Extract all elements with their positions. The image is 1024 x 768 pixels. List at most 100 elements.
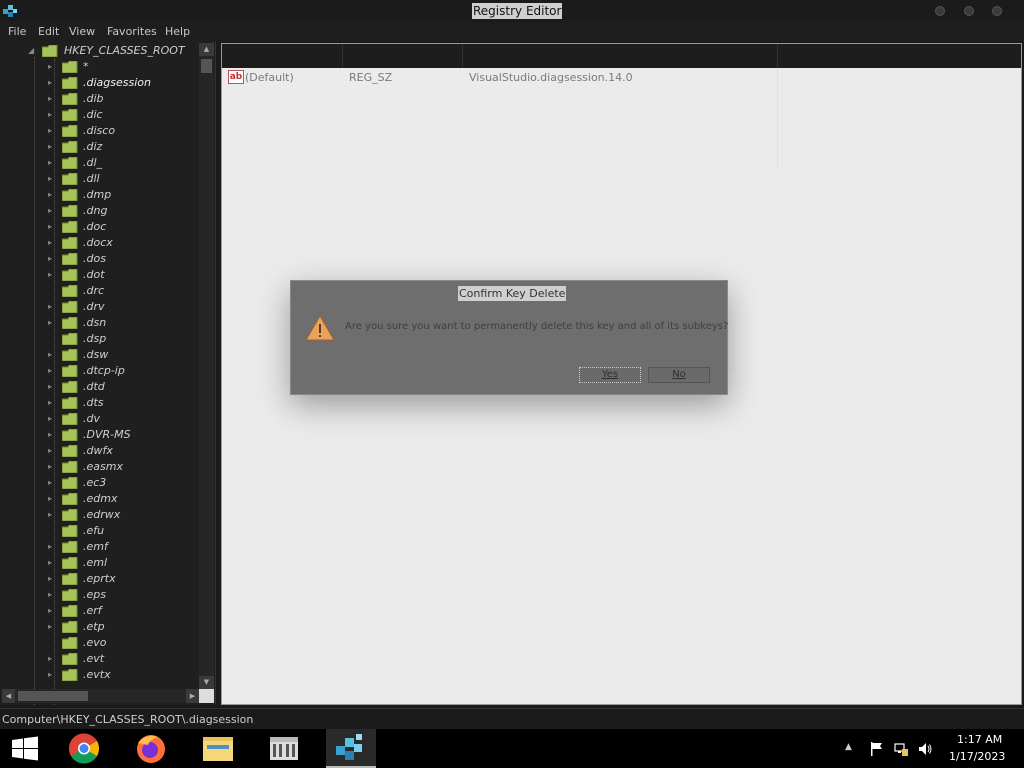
scroll-down-arrow-icon[interactable]: ▼	[199, 676, 214, 689]
firefox-icon[interactable]	[126, 729, 176, 768]
tree-root-hkey-classes-root[interactable]: ◢ HKEY_CLASSES_ROOT	[0, 43, 198, 59]
expand-arrow-icon[interactable]: ▸	[48, 381, 52, 393]
clock-time[interactable]: 1:17 AM	[957, 733, 1002, 746]
tree-item[interactable]: ▸ .ec3	[0, 475, 198, 491]
expand-arrow-icon[interactable]: ▸	[48, 445, 52, 457]
tree-item[interactable]: ▸ *	[0, 59, 198, 75]
tree-item[interactable]: ▸ .dl_	[0, 155, 198, 171]
tree-item[interactable]: .dsp	[0, 331, 198, 347]
expand-arrow-icon[interactable]: ▸	[48, 125, 52, 137]
expand-arrow-icon[interactable]: ▸	[48, 77, 52, 89]
expand-arrow-icon[interactable]: ▸	[48, 605, 52, 617]
tree-item[interactable]: ▸ .dmp	[0, 187, 198, 203]
tree-item[interactable]: ▸ .emf	[0, 539, 198, 555]
tree-item[interactable]: ▸ .disco	[0, 123, 198, 139]
expand-arrow-icon[interactable]: ▸	[48, 173, 52, 185]
tree-item[interactable]: ▸ .evtx	[0, 667, 198, 683]
expand-arrow-icon[interactable]: ▸	[48, 669, 52, 681]
tree-item[interactable]: ▸ .dtd	[0, 379, 198, 395]
menu-edit[interactable]: Edit	[38, 25, 59, 38]
store-icon[interactable]	[259, 729, 309, 768]
network-icon[interactable]	[893, 741, 909, 757]
expand-arrow-icon[interactable]: ▸	[48, 237, 52, 249]
expand-arrow-icon[interactable]: ▸	[48, 61, 52, 73]
tree-item[interactable]: .drc	[0, 283, 198, 299]
volume-icon[interactable]	[917, 741, 933, 757]
expand-arrow-icon[interactable]: ▸	[48, 589, 52, 601]
tree-item[interactable]: ▸ .easmx	[0, 459, 198, 475]
tree-vertical-scrollbar[interactable]: ▲ ▼	[199, 43, 214, 689]
clock-date[interactable]: 1/17/2023	[949, 750, 1005, 763]
expand-arrow-icon[interactable]: ▸	[48, 557, 52, 569]
tree-item[interactable]: ▸ .dwfx	[0, 443, 198, 459]
tree-item[interactable]: ▸ .drv	[0, 299, 198, 315]
tree-item[interactable]: ▸ .dsn	[0, 315, 198, 331]
expand-arrow-icon[interactable]: ▸	[48, 461, 52, 473]
tree-item[interactable]: ▸ .dos	[0, 251, 198, 267]
tree-item[interactable]: ▸ .dll	[0, 171, 198, 187]
show-hidden-icons-chevron-icon[interactable]: ▲	[845, 742, 861, 758]
expand-arrow-icon[interactable]: ▸	[48, 365, 52, 377]
tree-item[interactable]: ▸ .dic	[0, 107, 198, 123]
tree-horizontal-scrollbar[interactable]: ◀ ▶	[2, 689, 199, 703]
tree-item[interactable]: ▸ .edrwx	[0, 507, 198, 523]
tree-item[interactable]: ▸ .dot	[0, 267, 198, 283]
tree-item[interactable]: .efu	[0, 523, 198, 539]
expand-arrow-icon[interactable]: ▸	[48, 221, 52, 233]
column-divider[interactable]	[342, 44, 343, 68]
menu-file[interactable]: File	[8, 25, 26, 38]
collapse-arrow-icon[interactable]: ◢	[28, 45, 34, 57]
action-center-flag-icon[interactable]	[869, 741, 885, 757]
expand-arrow-icon[interactable]: ▸	[48, 621, 52, 633]
tree-item[interactable]: ▸ .erf	[0, 603, 198, 619]
tree-item[interactable]: ▸ .dv	[0, 411, 198, 427]
scroll-left-arrow-icon[interactable]: ◀	[2, 689, 15, 703]
close-button[interactable]	[992, 6, 1002, 16]
menu-view[interactable]: View	[69, 25, 95, 38]
expand-arrow-icon[interactable]: ▸	[48, 205, 52, 217]
scroll-thumb[interactable]	[201, 59, 212, 73]
expand-arrow-icon[interactable]: ▸	[48, 541, 52, 553]
expand-arrow-icon[interactable]: ▸	[48, 317, 52, 329]
expand-arrow-icon[interactable]: ▸	[48, 157, 52, 169]
tree-item[interactable]: ▸ .docx	[0, 235, 198, 251]
minimize-button[interactable]	[935, 6, 945, 16]
tree-item[interactable]: ▸ .DVR-MS	[0, 427, 198, 443]
hscroll-thumb[interactable]	[18, 691, 88, 701]
column-divider[interactable]	[462, 44, 463, 68]
expand-arrow-icon[interactable]: ▸	[48, 109, 52, 121]
tree-item[interactable]: ▸ .etp	[0, 619, 198, 635]
menu-help[interactable]: Help	[165, 25, 190, 38]
tree-item[interactable]: ▸ .eprtx	[0, 571, 198, 587]
expand-arrow-icon[interactable]: ▸	[48, 477, 52, 489]
expand-arrow-icon[interactable]: ▸	[48, 253, 52, 265]
expand-arrow-icon[interactable]: ▸	[48, 141, 52, 153]
tree-item[interactable]: ▸ .dts	[0, 395, 198, 411]
file-explorer-icon[interactable]	[193, 729, 243, 768]
tree-item[interactable]: ▸ .dib	[0, 91, 198, 107]
expand-arrow-icon[interactable]: ▸	[48, 93, 52, 105]
expand-arrow-icon[interactable]: ▸	[48, 301, 52, 313]
tree-item[interactable]: ▸ .evt	[0, 651, 198, 667]
yes-button[interactable]: Yes	[579, 367, 641, 383]
scroll-up-arrow-icon[interactable]: ▲	[199, 43, 214, 56]
tree-item[interactable]: ▸ .doc	[0, 219, 198, 235]
expand-arrow-icon[interactable]: ▸	[48, 653, 52, 665]
expand-arrow-icon[interactable]: ▸	[48, 413, 52, 425]
expand-arrow-icon[interactable]: ▸	[48, 349, 52, 361]
tree-item[interactable]: ▸ .diz	[0, 139, 198, 155]
column-divider[interactable]	[777, 44, 778, 68]
maximize-button[interactable]	[964, 6, 974, 16]
menu-favorites[interactable]: Favorites	[107, 25, 157, 38]
no-button[interactable]: No	[648, 367, 710, 383]
expand-arrow-icon[interactable]: ▸	[48, 493, 52, 505]
tree-item[interactable]: ▸ .dng	[0, 203, 198, 219]
expand-arrow-icon[interactable]: ▸	[48, 397, 52, 409]
expand-arrow-icon[interactable]: ▸	[48, 189, 52, 201]
tree-item[interactable]: ▸ .eps	[0, 587, 198, 603]
tree-item[interactable]: ▸ .dsw	[0, 347, 198, 363]
scroll-right-arrow-icon[interactable]: ▶	[186, 689, 199, 703]
tree-item[interactable]: ▸ .eml	[0, 555, 198, 571]
value-row[interactable]: ab (Default) REG_SZ VisualStudio.diagses…	[226, 70, 826, 86]
chrome-icon[interactable]	[59, 729, 109, 768]
